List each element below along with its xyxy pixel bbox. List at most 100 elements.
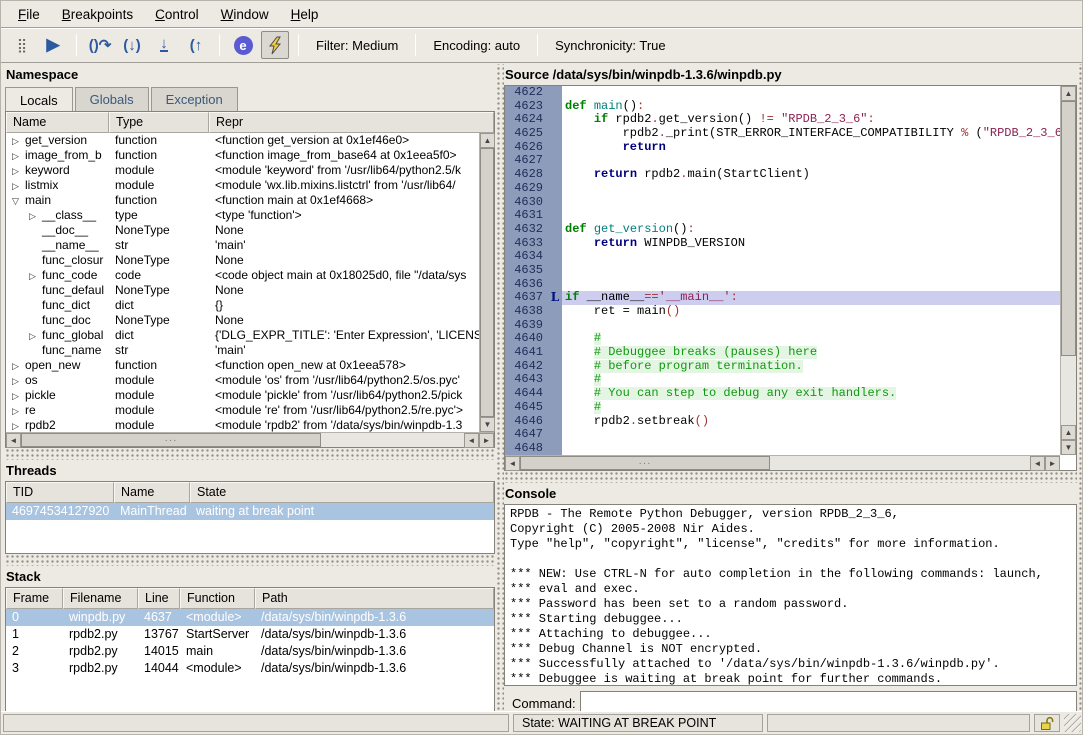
code-line[interactable]: 4642 # before program termination. [505,360,1060,374]
code-line[interactable]: 4624 if rpdb2.get_version() != "RPDB_2_3… [505,113,1060,127]
code-line[interactable]: 4631 [505,209,1060,223]
column-header-tid[interactable]: TID [6,482,114,503]
break-button[interactable]: ⣿ [7,31,35,59]
splitter-sash[interactable] [5,554,495,566]
resize-grip[interactable] [1064,714,1081,732]
scroll-right-icon[interactable]: ► [479,433,494,448]
namespace-vertical-scrollbar[interactable]: ▲ ▼ [479,133,494,432]
encoding-button[interactable]: e [229,31,257,59]
scroll-up-icon[interactable]: ▲ [1061,86,1076,101]
code-line[interactable]: 4630 [505,196,1060,210]
code-line[interactable]: 4647 [505,428,1060,442]
column-header-repr[interactable]: Repr [209,112,494,133]
scroll-left-icon[interactable]: ◄ [1030,456,1045,471]
table-row[interactable]: 0winpdb.py4637<module>/data/sys/bin/winp… [6,609,494,626]
table-row[interactable]: ▷image_from_bfunction<function image_fro… [6,148,479,163]
expand-icon[interactable]: ▷ [12,359,25,373]
table-row[interactable]: 46974534127920MainThreadwaiting at break… [6,503,494,520]
code-line[interactable]: 4638 ret = main() [505,305,1060,319]
table-row[interactable]: ▷keywordmodule<module 'keyword' from '/u… [6,163,479,178]
splitter-sash[interactable] [5,448,495,460]
scrollbar-thumb[interactable] [1061,101,1076,356]
table-row[interactable]: func_namestr'main' [6,343,479,358]
table-row[interactable]: ▷func_codecode<code object main at 0x180… [6,268,479,283]
scroll-up-icon[interactable]: ▲ [1061,425,1076,440]
code-line[interactable]: 4625 rpdb2._print(STR_ERROR_INTERFACE_CO… [505,127,1060,141]
expand-icon[interactable]: ▷ [12,134,25,148]
table-row[interactable]: func_defaulNoneTypeNone [6,283,479,298]
tab-globals[interactable]: Globals [75,87,149,111]
expand-icon[interactable]: ▷ [12,374,25,388]
code-line[interactable]: 4646 rpdb2.setbreak() [505,415,1060,429]
code-line[interactable]: 4623def main(): [505,100,1060,114]
table-row[interactable]: ▷get_versionfunction<function get_versio… [6,133,479,148]
code-line[interactable]: 4644 # You can step to debug any exit ha… [505,387,1060,401]
code-line[interactable]: 4636 [505,278,1060,292]
scroll-down-icon[interactable]: ▼ [1061,440,1076,455]
menu-item-breakpoints[interactable]: Breakpoints [51,3,144,26]
menu-item-help[interactable]: Help [280,3,330,26]
scroll-down-icon[interactable]: ▼ [480,417,495,432]
table-row[interactable]: __doc__NoneTypeNone [6,223,479,238]
code-line[interactable]: 4641 # Debuggee breaks (pauses) here [505,346,1060,360]
menu-item-control[interactable]: Control [144,3,210,26]
table-row[interactable]: ▽mainfunction<function main at 0x1ef4668… [6,193,479,208]
expand-icon[interactable]: ▽ [12,194,25,208]
scroll-left-icon[interactable]: ◄ [505,456,520,471]
expand-icon[interactable]: ▷ [29,269,42,283]
table-row[interactable]: ▷open_newfunction<function open_new at 0… [6,358,479,373]
table-row[interactable]: ▷remodule<module 're' from '/usr/lib64/p… [6,403,479,418]
expand-icon[interactable]: ▷ [12,179,25,193]
column-header-type[interactable]: Type [109,112,209,133]
menu-item-window[interactable]: Window [210,3,280,26]
expand-icon[interactable]: ▷ [12,149,25,163]
code-line[interactable]: 4645 # [505,401,1060,415]
code-line[interactable]: 4627 [505,154,1060,168]
column-header-state[interactable]: State [190,482,494,503]
table-row[interactable]: ▷__class__type<type 'function'> [6,208,479,223]
column-header-frame[interactable]: Frame [6,588,63,609]
synchronicity-toggle[interactable] [261,31,289,59]
source-horizontal-scrollbar[interactable]: ◄ ··· ◄ ► [505,455,1060,470]
goto-button[interactable]: (↑ [182,31,210,59]
table-row[interactable]: ▷func_globaldict{'DLG_EXPR_TITLE': 'Ente… [6,328,479,343]
table-row[interactable]: func_docNoneTypeNone [6,313,479,328]
code-line[interactable]: 4626 return [505,141,1060,155]
column-header-filename[interactable]: Filename [63,588,138,609]
table-row[interactable]: 1rpdb2.py13767StartServer/data/sys/bin/w… [6,626,494,643]
scrollbar-thumb[interactable]: ··· [520,456,770,470]
column-header-function[interactable]: Function [180,588,255,609]
step-return-button[interactable]: ↓ [150,31,178,59]
expand-icon[interactable]: ▷ [12,389,25,403]
scroll-left-icon[interactable]: ◄ [6,433,21,448]
table-row[interactable]: __name__str'main' [6,238,479,253]
vertical-splitter-sash[interactable] [1077,64,1083,711]
menu-item-file[interactable]: File [7,3,51,26]
scroll-left-icon[interactable]: ◄ [464,433,479,448]
vertical-splitter-sash[interactable] [495,64,504,711]
code-line[interactable]: 4634 [505,250,1060,264]
namespace-horizontal-scrollbar[interactable]: ◄ ··· ◄ ► [6,432,494,447]
code-line[interactable]: 4640 # [505,332,1060,346]
expand-icon[interactable]: ▷ [29,209,42,223]
code-line[interactable]: 4637Lif __name__=='__main__': [505,291,1060,305]
expand-icon[interactable]: ▷ [12,419,25,433]
table-row[interactable]: 2rpdb2.py14015main/data/sys/bin/winpdb-1… [6,643,494,660]
scrollbar-track[interactable] [1061,356,1076,425]
source-view[interactable]: 46224623def main():4624 if rpdb2.get_ver… [504,85,1077,471]
table-row[interactable]: ▷osmodule<module 'os' from '/usr/lib64/p… [6,373,479,388]
code-line[interactable]: 4632def get_version(): [505,223,1060,237]
scrollbar-thumb[interactable]: ··· [21,433,321,447]
table-row[interactable]: func_dictdict{} [6,298,479,313]
code-line[interactable]: 4648 [505,442,1060,455]
expand-icon[interactable]: ▷ [12,404,25,418]
code-line[interactable]: 4633 return WINPDB_VERSION [505,237,1060,251]
column-header-name[interactable]: Name [114,482,190,503]
code-line[interactable]: 4643 # [505,373,1060,387]
synchronicity-control[interactable]: Synchronicity: True [545,38,676,53]
column-header-line[interactable]: Line [138,588,180,609]
code-line[interactable]: 4628 return rpdb2.main(StartClient) [505,168,1060,182]
table-row[interactable]: ▷picklemodule<module 'pickle' from '/usr… [6,388,479,403]
table-row[interactable]: ▷rpdb2module<module 'rpdb2' from '/data/… [6,418,479,433]
console-output[interactable]: RPDB - The Remote Python Debugger, versi… [504,504,1077,686]
